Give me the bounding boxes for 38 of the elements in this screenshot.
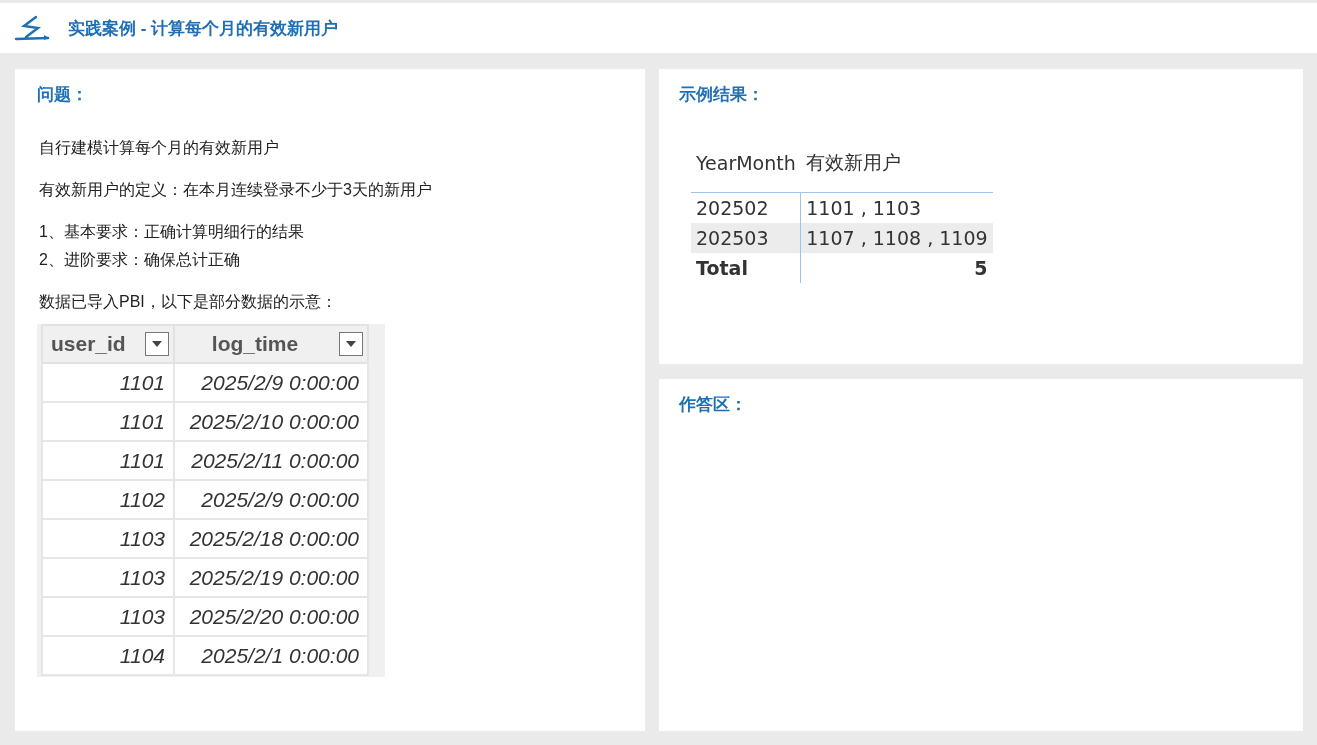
table-cell: 1103 [42,597,174,636]
table-cell: 2025/2/11 0:00:00 [174,441,368,480]
table-cell: 1102 [42,480,174,519]
filter-dropdown-button[interactable] [339,332,363,356]
table-cell: 2025/2/19 0:00:00 [174,558,368,597]
filter-dropdown-button[interactable] [145,332,169,356]
table-cell: 2025/2/1 0:00:00 [174,636,368,675]
table-cell: 1101 [42,402,174,441]
caret-icon [346,341,356,347]
table-cell: 1101 [42,441,174,480]
table-cell: 202503 [691,223,801,253]
caret-icon [152,341,162,347]
table-cell: 2025/2/10 0:00:00 [174,402,368,441]
table-cell: 1101 [42,363,174,402]
paragraph-text: 2、进阶要求：确保总计正确 [39,250,241,270]
table-cell: 1103 [42,558,174,597]
page-title: 实践案例 - 计算每个月的有效新用户 [68,17,339,40]
table-cell: 1107 , 1108 , 1109 [800,223,993,253]
panel-heading: 问题： [37,84,89,106]
column-header: 有效新用户 [800,150,993,193]
paragraph-text: 1、基本要求：正确计算明细行的结果 [39,222,305,242]
column-header: user_id [51,332,126,356]
total-label: Total [691,253,801,283]
table-cell: 2025/2/18 0:00:00 [174,519,368,558]
column-header: YearMonth [691,150,801,193]
table-cell: 2025/2/9 0:00:00 [174,363,368,402]
logo-icon [14,15,50,41]
column-header: log_time [210,332,300,356]
paragraph-text: 自行建模计算每个月的有效新用户 [39,138,280,158]
total-value: 5 [800,253,993,283]
table-cell: 1104 [42,636,174,675]
paragraph-text: 有效新用户的定义：在本月连续登录不少于3天的新用户 [39,180,433,200]
table-cell: 2025/2/9 0:00:00 [174,480,368,519]
paragraph-text: 数据已导入PBI，以下是部分数据的示意： [39,292,338,312]
table-cell: 1103 [42,519,174,558]
panel-heading: 作答区： [679,394,748,416]
table-cell: 2025/2/20 0:00:00 [174,597,368,636]
panel-heading: 示例结果： [679,84,765,106]
